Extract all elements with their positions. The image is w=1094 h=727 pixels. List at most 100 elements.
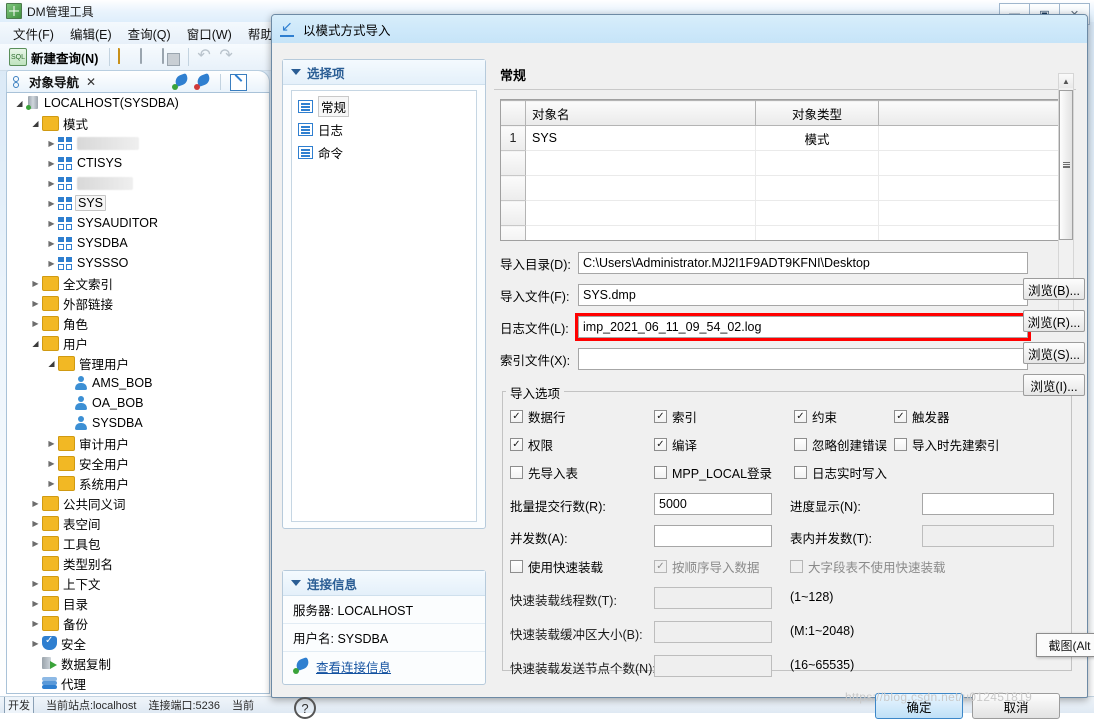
browse-button-2[interactable]: 浏览(S)...: [1023, 342, 1085, 364]
tree-node-ctisys[interactable]: ▶ CTISYS: [7, 153, 269, 173]
import-option-10[interactable]: 日志实时写入: [794, 463, 887, 482]
browse-button-0[interactable]: 浏览(B)...: [1023, 278, 1085, 300]
tree-node-sysdba[interactable]: ▶ SYSDBA: [7, 233, 269, 253]
tree-node----[interactable]: ▶ 上下文: [7, 573, 269, 593]
checkbox-0[interactable]: ✓: [510, 410, 523, 423]
path-input-2[interactable]: imp_2021_06_11_09_54_02.log: [575, 313, 1031, 341]
chevron-down-icon[interactable]: ◢: [29, 119, 42, 128]
tree-node-redacted-2[interactable]: ▶: [7, 133, 269, 153]
close-icon[interactable]: ✕: [86, 75, 96, 89]
tree-node----[interactable]: ▶ 表空间: [7, 513, 269, 533]
chevron-right-icon[interactable]: ▶: [29, 299, 42, 308]
menu-item-1[interactable]: 编辑(E): [63, 22, 119, 45]
chevron-right-icon[interactable]: ▶: [29, 279, 42, 288]
status-dev-button[interactable]: 开发: [4, 697, 34, 713]
field-input-0[interactable]: 5000: [654, 493, 772, 515]
tree-node---[interactable]: ▶ 角色: [7, 313, 269, 333]
tree-node-----[interactable]: ▶ 审计用户: [7, 433, 269, 453]
import-option-4[interactable]: ✓ 权限: [510, 435, 553, 454]
browse-button-3[interactable]: 浏览(I)...: [1023, 374, 1085, 396]
field-input-1[interactable]: [922, 493, 1054, 515]
import-option-8[interactable]: 先导入表: [510, 463, 578, 482]
options-list[interactable]: 常规 日志 命令: [291, 90, 477, 522]
browse-button-1[interactable]: 浏览(R)...: [1023, 310, 1085, 332]
tree-node---[interactable]: ▶ 安全: [7, 633, 269, 653]
chevron-right-icon[interactable]: ▶: [29, 599, 42, 608]
import-option-9[interactable]: MPP_LOCAL登录: [654, 463, 772, 482]
chevron-down-icon[interactable]: [291, 69, 301, 75]
chevron-right-icon[interactable]: ▶: [29, 519, 42, 528]
new-query-button[interactable]: SQL 新建查询(N): [6, 47, 101, 68]
chevron-right-icon[interactable]: ▶: [29, 579, 42, 588]
checkbox-9[interactable]: [654, 466, 667, 479]
tree-node---[interactable]: ▶ 备份: [7, 613, 269, 633]
checkbox-1[interactable]: ✓: [654, 410, 667, 423]
import-option-3[interactable]: ✓ 触发器: [894, 407, 950, 426]
help-question-icon[interactable]: ?: [294, 697, 316, 719]
tree-node-----[interactable]: ▶ 系统用户: [7, 473, 269, 493]
chevron-right-icon[interactable]: ▶: [45, 479, 58, 488]
chevron-right-icon[interactable]: ▶: [45, 259, 58, 268]
folder-open-icon[interactable]: [118, 48, 136, 65]
chevron-down-icon[interactable]: ◢: [13, 99, 26, 108]
tree-node-sys[interactable]: ▶ SYS: [7, 193, 269, 213]
path-input-3[interactable]: [578, 348, 1028, 370]
chevron-right-icon[interactable]: ▶: [45, 179, 58, 188]
option-item-1[interactable]: 日志: [292, 118, 476, 141]
tree-node-redacted-4[interactable]: ▶: [7, 173, 269, 193]
chevron-down-icon[interactable]: ◢: [45, 359, 58, 368]
tree-node-oa_bob[interactable]: OA_BOB: [7, 393, 269, 413]
import-option-5[interactable]: ✓ 编译: [654, 435, 697, 454]
tree-node-syssso[interactable]: ▶ SYSSSO: [7, 253, 269, 273]
field-input-2[interactable]: [654, 525, 772, 547]
tree-node---[interactable]: ◢ 用户: [7, 333, 269, 353]
chevron-right-icon[interactable]: ▶: [29, 619, 42, 628]
chevron-right-icon[interactable]: ▶: [45, 439, 58, 448]
checkbox-3[interactable]: ✓: [894, 410, 907, 423]
fastload-option-0[interactable]: 使用快速装载: [510, 557, 603, 576]
options-pane-header[interactable]: 选择项: [283, 60, 485, 85]
tree-node---[interactable]: 代理: [7, 673, 269, 693]
tree-node-----[interactable]: ▶ 全文索引: [7, 273, 269, 293]
chevron-down-icon[interactable]: ◢: [29, 339, 42, 348]
chevron-right-icon[interactable]: ▶: [45, 239, 58, 248]
tree-node------[interactable]: ▶ 公共同义词: [7, 493, 269, 513]
menu-item-2[interactable]: 查询(Q): [121, 22, 178, 45]
checkbox-fl-0[interactable]: [510, 560, 523, 573]
tree-node-sysauditor[interactable]: ▶ SYSAUDITOR: [7, 213, 269, 233]
table-row[interactable]: 1 SYS 模式: [501, 125, 1069, 151]
view-connection-info-row[interactable]: 查看连接信息: [283, 652, 485, 680]
option-item-0[interactable]: 常规: [292, 95, 476, 118]
chevron-right-icon[interactable]: ▶: [29, 499, 42, 508]
view-connection-info-link[interactable]: 查看连接信息: [316, 657, 391, 676]
menu-item-0[interactable]: 文件(F): [6, 22, 61, 45]
import-option-6[interactable]: 忽略创建错误: [794, 435, 887, 454]
tree-node-----[interactable]: ◢ 管理用户: [7, 353, 269, 373]
checkbox-10[interactable]: [794, 466, 807, 479]
edit-pencil-icon[interactable]: [230, 73, 247, 91]
disconnect-plug-icon[interactable]: [194, 72, 212, 90]
connection-pane-header[interactable]: 连接信息: [283, 571, 485, 596]
import-option-2[interactable]: ✓ 约束: [794, 407, 837, 426]
chevron-right-icon[interactable]: ▶: [45, 159, 58, 168]
chevron-right-icon[interactable]: ▶: [29, 639, 42, 648]
save-icon[interactable]: [140, 48, 158, 65]
object-navigator-tree[interactable]: ◢ LOCALHOST(SYSDBA) ◢ 模式 ▶ ▶ CTISYS ▶ ▶ SYS ▶ SYSAU…: [6, 92, 270, 694]
checkbox-6[interactable]: [794, 438, 807, 451]
scrollbar-thumb[interactable]: [1059, 90, 1073, 240]
chevron-right-icon[interactable]: ▶: [45, 219, 58, 228]
checkbox-7[interactable]: [894, 438, 907, 451]
table-row[interactable]: [501, 150, 1069, 176]
checkbox-4[interactable]: ✓: [510, 438, 523, 451]
import-option-1[interactable]: ✓ 索引: [654, 407, 697, 426]
checkbox-2[interactable]: ✓: [794, 410, 807, 423]
chevron-right-icon[interactable]: ▶: [45, 199, 58, 208]
table-header-object-type[interactable]: 对象类型: [755, 100, 879, 126]
scroll-up-arrow[interactable]: ▲: [1059, 74, 1073, 88]
chevron-down-icon-2[interactable]: [291, 580, 301, 586]
tree-node----[interactable]: ▶ 工具包: [7, 533, 269, 553]
undo-icon[interactable]: ↶: [197, 48, 215, 65]
tree-node-ams_bob[interactable]: AMS_BOB: [7, 373, 269, 393]
tree-node-----[interactable]: 数据复制: [7, 653, 269, 673]
checkbox-8[interactable]: [510, 466, 523, 479]
